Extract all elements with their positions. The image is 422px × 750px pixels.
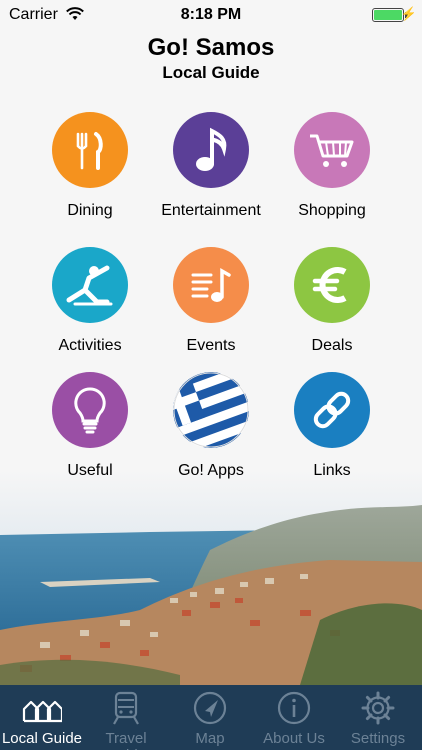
tab-label: Settings xyxy=(350,730,406,747)
tile-entertainment[interactable]: Entertainment xyxy=(141,112,281,220)
tile-go-apps[interactable]: Go! Apps xyxy=(141,372,281,480)
tile-label: Deals xyxy=(311,337,353,354)
greek-flag-icon xyxy=(173,372,249,448)
tab-settings[interactable]: Settings xyxy=(336,685,420,750)
tab-local-guide[interactable]: Local Guide xyxy=(0,685,84,750)
compass-arrow-icon xyxy=(193,691,227,725)
gear-icon xyxy=(361,691,395,725)
tab-label: Local Guide xyxy=(1,730,83,747)
link-icon xyxy=(294,372,370,448)
train-icon xyxy=(113,691,139,725)
tile-label: Events xyxy=(186,337,236,354)
tab-label: Travel Guide xyxy=(105,730,147,750)
tile-useful[interactable]: Useful xyxy=(20,372,160,480)
tile-label: Activities xyxy=(58,337,122,354)
tile-deals[interactable]: Deals xyxy=(262,247,402,355)
tile-label: Shopping xyxy=(298,202,366,219)
tab-bar: Local Guide Travel Guide Map About Us xyxy=(0,685,422,750)
tile-shopping[interactable]: Shopping xyxy=(262,112,402,220)
tile-links[interactable]: Links xyxy=(262,372,402,480)
tile-activities[interactable]: Activities xyxy=(20,247,160,355)
tab-label: About Us xyxy=(263,730,325,747)
music-note-icon xyxy=(173,112,249,188)
tile-dining[interactable]: Dining xyxy=(20,112,160,220)
euro-icon xyxy=(294,247,370,323)
tile-label: Go! Apps xyxy=(178,462,244,479)
lightbulb-icon xyxy=(52,372,128,448)
info-icon xyxy=(277,691,311,725)
category-grid: Dining Entertainment Shopping Activities… xyxy=(0,0,422,479)
houses-icon xyxy=(22,700,62,723)
tile-label: Entertainment xyxy=(161,202,261,219)
tile-label: Useful xyxy=(67,462,113,479)
tab-travel-guide[interactable]: Travel Guide xyxy=(84,685,168,750)
tile-label: Dining xyxy=(67,202,113,219)
shopping-cart-icon xyxy=(294,112,370,188)
stretching-person-icon xyxy=(52,247,128,323)
tile-events[interactable]: Events xyxy=(141,247,281,355)
event-list-icon xyxy=(173,247,249,323)
tab-label: Map xyxy=(195,730,225,747)
samos-landscape-image xyxy=(0,470,422,685)
tile-label: Links xyxy=(313,462,351,479)
tab-map[interactable]: Map xyxy=(168,685,252,750)
tab-about-us[interactable]: About Us xyxy=(252,685,336,750)
fork-knife-icon xyxy=(52,112,128,188)
